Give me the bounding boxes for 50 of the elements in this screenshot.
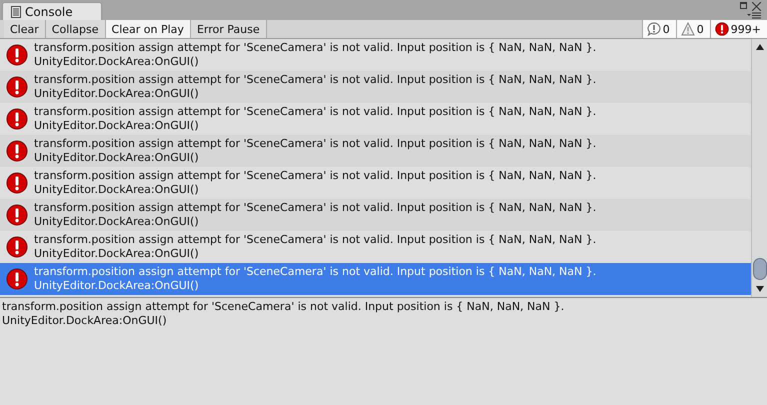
error-icon bbox=[714, 22, 729, 36]
error-icon bbox=[6, 172, 28, 194]
log-entry[interactable]: transform.position assign attempt for 'SceneCamera' is not valid. Input position is { NaN, NaN, NaN }. UnityEditor.DockArea:OnGUI() bbox=[0, 263, 751, 295]
counter-toggle[interactable]: 0 bbox=[676, 20, 710, 38]
error-icon bbox=[6, 108, 28, 130]
log-source: UnityEditor.DockArea:OnGUI() bbox=[34, 215, 200, 229]
error-icon bbox=[6, 76, 28, 98]
counter-toggle[interactable]: 999+ bbox=[710, 20, 767, 38]
scroll-up-icon[interactable] bbox=[756, 44, 764, 50]
log-source: UnityEditor.DockArea:OnGUI() bbox=[34, 119, 200, 133]
log-source: UnityEditor.DockArea:OnGUI() bbox=[34, 183, 200, 197]
log-entry[interactable]: transform.position assign attempt for 'SceneCamera' is not valid. Input position is { NaN, NaN, NaN }. UnityEditor.DockArea:OnGUI() bbox=[0, 135, 751, 167]
console-tab[interactable]: Console bbox=[2, 2, 102, 20]
toolbar-button[interactable]: Clear on Play bbox=[106, 20, 191, 38]
error-icon bbox=[6, 204, 28, 226]
log-source: UnityEditor.DockArea:OnGUI() bbox=[34, 151, 200, 165]
log-message: transform.position assign attempt for 'SceneCamera' is not valid. Input position is { NaN, NaN, NaN }. bbox=[34, 233, 596, 247]
scrollbar[interactable] bbox=[751, 39, 767, 297]
error-icon bbox=[6, 268, 28, 290]
log-source: UnityEditor.DockArea:OnGUI() bbox=[34, 55, 200, 69]
log-message: transform.position assign attempt for 'SceneCamera' is not valid. Input position is { NaN, NaN, NaN }. bbox=[34, 105, 596, 119]
log-source: UnityEditor.DockArea:OnGUI() bbox=[34, 247, 200, 261]
log-message: transform.position assign attempt for 'SceneCamera' is not valid. Input position is { NaN, NaN, NaN }. bbox=[34, 41, 596, 55]
log-message: transform.position assign attempt for 'SceneCamera' is not valid. Input position is { NaN, NaN, NaN }. bbox=[34, 201, 596, 215]
detail-source: UnityEditor.DockArea:OnGUI() bbox=[2, 314, 168, 328]
log-message: transform.position assign attempt for 'SceneCamera' is not valid. Input position is { NaN, NaN, NaN }. bbox=[34, 73, 596, 87]
scroll-down-icon[interactable] bbox=[756, 286, 764, 292]
document-icon bbox=[11, 6, 21, 18]
log-message: transform.position assign attempt for 'SceneCamera' is not valid. Input position is { NaN, NaN, NaN }. bbox=[34, 137, 596, 151]
log-source: UnityEditor.DockArea:OnGUI() bbox=[34, 87, 200, 101]
detail-message: transform.position assign attempt for 'SceneCamera' is not valid. Input position is { NaN, NaN, NaN }. bbox=[2, 300, 566, 314]
log-entry[interactable]: transform.position assign attempt for 'SceneCamera' is not valid. Input position is { NaN, NaN, NaN }. UnityEditor.DockArea:OnGUI() bbox=[0, 71, 751, 103]
toolbar-button[interactable]: Collapse bbox=[46, 20, 106, 38]
tab-title: Console bbox=[25, 4, 73, 18]
error-icon bbox=[6, 44, 28, 66]
toolbar-button[interactable]: Error Pause bbox=[190, 20, 267, 38]
toolbar-button[interactable]: Clear bbox=[4, 20, 46, 38]
info-icon bbox=[646, 22, 661, 36]
menu-icon[interactable] bbox=[747, 12, 761, 19]
maximize-icon[interactable] bbox=[740, 2, 747, 9]
log-message: transform.position assign attempt for 'SceneCamera' is not valid. Input position is { NaN, NaN, NaN }. bbox=[34, 265, 596, 279]
warning-icon bbox=[680, 22, 695, 36]
log-entry[interactable]: transform.position assign attempt for 'SceneCamera' is not valid. Input position is { NaN, NaN, NaN }. UnityEditor.DockArea:OnGUI() bbox=[0, 199, 751, 231]
close-icon[interactable] bbox=[752, 2, 761, 11]
log-source: UnityEditor.DockArea:OnGUI() bbox=[34, 279, 200, 293]
error-icon bbox=[6, 140, 28, 162]
log-message: transform.position assign attempt for 'SceneCamera' is not valid. Input position is { NaN, NaN, NaN }. bbox=[34, 169, 596, 183]
scroll-thumb[interactable] bbox=[753, 258, 767, 280]
counter-toggle[interactable]: 0 bbox=[642, 20, 676, 38]
error-icon bbox=[6, 236, 28, 258]
